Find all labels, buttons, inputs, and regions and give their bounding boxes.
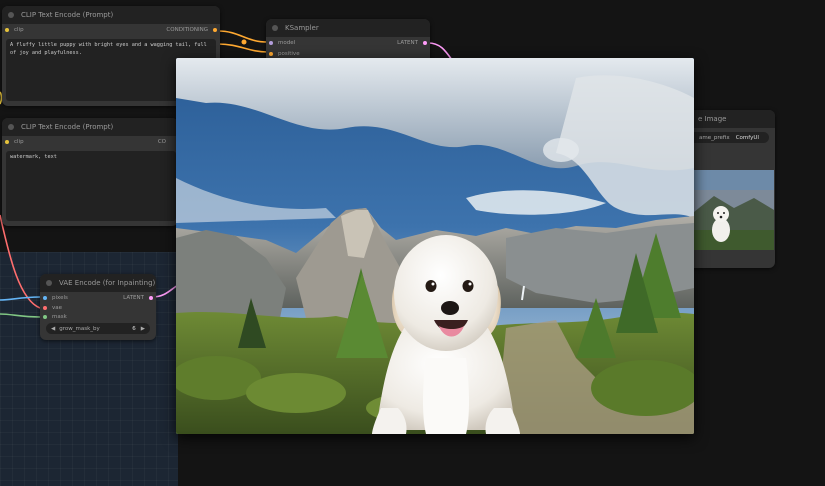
input-label: model <box>278 39 296 46</box>
node-graph-canvas[interactable]: CLIP Text Encode (Prompt) clip CONDITION… <box>0 0 825 486</box>
collapse-dot-icon[interactable] <box>8 124 14 130</box>
node-title-bar[interactable]: CLIP Text Encode (Prompt) <box>2 118 178 136</box>
clip-text-encode-negative-node[interactable]: CLIP Text Encode (Prompt) clip CO waterm… <box>2 118 178 226</box>
collapse-dot-icon[interactable] <box>46 280 52 286</box>
reroute-dot[interactable] <box>241 39 247 45</box>
image-preview-overlay[interactable] <box>176 58 694 434</box>
collapse-dot-icon[interactable] <box>8 12 14 18</box>
input-label: mask <box>52 313 67 320</box>
mask-input-slot[interactable] <box>43 314 47 319</box>
widget-label: ame_prefix <box>699 134 730 141</box>
node-title: VAE Encode (for Inpainting) <box>59 279 156 287</box>
widget-value: ComfyUI <box>735 134 759 141</box>
io-row: vae <box>40 303 156 312</box>
node-title-bar[interactable]: KSampler <box>266 19 430 37</box>
io-row: pixels LATENT <box>40 292 156 303</box>
io-row: mask <box>40 312 156 321</box>
input-label: pixels <box>52 294 68 301</box>
pixels-input-slot[interactable] <box>43 295 47 300</box>
node-title: CLIP Text Encode (Prompt) <box>21 11 114 19</box>
increment-arrow-icon[interactable]: ▶ <box>141 326 145 332</box>
grow-mask-by-widget[interactable]: ◀ grow_mask_by 6 ▶ <box>46 323 150 334</box>
output-thumbnail[interactable] <box>694 170 774 250</box>
node-title-bar[interactable]: CLIP Text Encode (Prompt) <box>2 6 220 24</box>
node-title: CLIP Text Encode (Prompt) <box>21 123 114 131</box>
input-label: clip <box>14 26 24 33</box>
conditioning-output-slot[interactable] <box>213 27 217 32</box>
output-label: LATENT <box>123 294 144 301</box>
io-row: model LATENT <box>266 37 430 48</box>
node-title-bar[interactable]: VAE Encode (for Inpainting) <box>40 274 156 292</box>
wire-mask <box>0 313 41 318</box>
prompt-textarea[interactable]: watermark, text <box>6 151 176 221</box>
model-input-slot[interactable] <box>269 40 273 45</box>
wire-pixels <box>0 296 41 301</box>
positive-input-slot[interactable] <box>269 51 273 56</box>
vae-input-slot[interactable] <box>43 305 47 310</box>
wire-conditioning-2 <box>217 43 269 53</box>
input-label: clip <box>14 138 24 145</box>
latent-output-slot[interactable] <box>149 295 153 300</box>
clip-input-slot[interactable] <box>5 139 9 144</box>
output-label: CO <box>157 138 166 145</box>
widget-value: 6 <box>132 325 136 332</box>
puppy-yosemite-image <box>176 58 694 434</box>
collapse-dot-icon[interactable] <box>272 25 278 31</box>
decrement-arrow-icon[interactable]: ◀ <box>51 326 55 332</box>
wire-vae <box>0 214 41 309</box>
output-label: LATENT <box>397 39 418 46</box>
clip-input-slot[interactable] <box>5 27 9 32</box>
io-row: clip CO <box>2 136 178 147</box>
latent-output-slot[interactable] <box>423 40 427 45</box>
vae-encode-inpainting-node[interactable]: VAE Encode (for Inpainting) pixels LATEN… <box>40 274 156 340</box>
node-title: e Image <box>698 115 727 123</box>
node-title: KSampler <box>285 24 319 32</box>
input-label: positive <box>278 50 300 57</box>
io-row: clip CONDITIONING <box>2 24 220 35</box>
widget-label: grow_mask_by <box>59 325 100 332</box>
output-label: CONDITIONING <box>166 26 208 33</box>
input-label: vae <box>52 304 63 311</box>
